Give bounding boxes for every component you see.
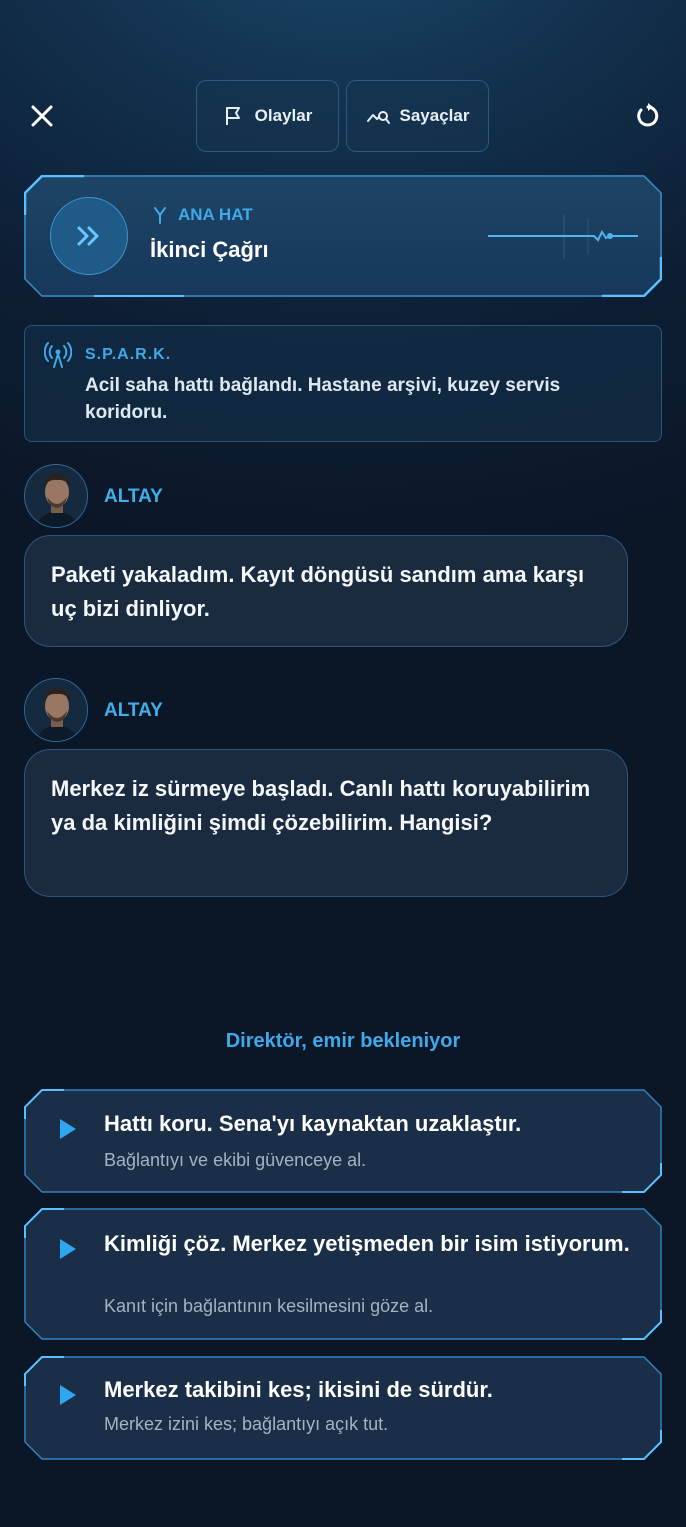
play-arrow-icon <box>60 1119 76 1139</box>
tab-events[interactable]: Olaylar <box>196 80 339 152</box>
choice-subtitle: Kanıt için bağlantının kesilmesini göze … <box>104 1296 434 1316</box>
signal-waveform <box>488 215 638 259</box>
choice-option-2[interactable]: Kimliği çöz. Merkez yetişmeden bir isim … <box>24 1208 662 1340</box>
tab-events-label: Olaylar <box>254 106 313 125</box>
double-chevron-right-icon <box>77 226 99 246</box>
spark-name: S.P.A.R.K. <box>85 346 172 363</box>
restart-button[interactable] <box>626 94 670 138</box>
status-text: Direktör, emir bekleniyor <box>225 1030 461 1052</box>
choice-title: Kimliği çöz. Merkez yetişmeden bir isim … <box>104 1231 630 1256</box>
play-button[interactable] <box>50 197 128 275</box>
choice-frame <box>24 1208 662 1340</box>
avatar <box>24 678 88 742</box>
tab-counters[interactable]: Sayaçlar <box>346 80 489 152</box>
line-title: İkinci Çağrı <box>150 237 269 262</box>
play-arrow-icon <box>60 1385 76 1405</box>
choice-title: Hattı koru. Sena'yı kaynaktan uzaklaştır… <box>104 1111 522 1136</box>
choice-option-1[interactable]: Hattı koru. Sena'yı kaynaktan uzaklaştır… <box>24 1089 662 1193</box>
play-arrow-icon <box>60 1239 76 1259</box>
choice-frame <box>24 1356 662 1460</box>
restart-icon <box>637 103 659 127</box>
choice-subtitle: Bağlantıyı ve ekibi güvenceye al. <box>104 1150 367 1170</box>
branch-icon <box>154 207 166 224</box>
close-icon <box>31 105 53 127</box>
choice-title: Merkez takibini kes; ikisini de sürdür. <box>104 1377 493 1402</box>
avatar <box>24 464 88 528</box>
message-bubble: Paketi yakaladım. Kayıt döngüsü sandım a… <box>24 535 628 647</box>
broadcast-icon <box>44 342 72 368</box>
tab-counters-label: Sayaçlar <box>399 106 470 125</box>
line-tag-label: ANA HAT <box>178 205 253 224</box>
speaker-name: ALTAY <box>104 486 163 507</box>
choice-frame <box>24 1089 662 1193</box>
message-bubble: Merkez iz sürmeye başladı. Canlı hattı k… <box>24 749 628 897</box>
chart-search-icon <box>366 111 390 124</box>
choice-subtitle: Merkez izini kes; bağlantıyı açık tut. <box>104 1414 389 1434</box>
choice-option-3[interactable]: Merkez takibini kes; ikisini de sürdür. … <box>24 1356 662 1460</box>
close-button[interactable] <box>20 94 64 138</box>
spark-text: Acil saha hattı bağlandı. Hastane arşivi… <box>85 375 561 423</box>
speaker-name: ALTAY <box>104 700 163 721</box>
line-tag: ANA HAT <box>152 205 253 225</box>
flag-icon <box>225 107 240 125</box>
